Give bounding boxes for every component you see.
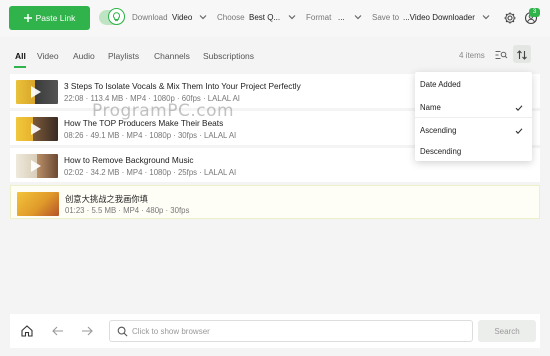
sort-menu: Date Added Name Ascending Descending (415, 72, 532, 161)
list-item[interactable]: 创意大挑战之我画你填 01:23 · 5.5 MB · MP4 · 480p ·… (10, 185, 540, 219)
play-icon (31, 160, 41, 172)
menu-item-ascending[interactable]: Ascending (420, 126, 456, 135)
active-tab-indicator (14, 66, 26, 68)
paste-link-button[interactable]: Paste Link (9, 6, 90, 30)
download-label: Download (132, 13, 168, 22)
search-button[interactable]: Search (478, 320, 536, 342)
menu-item-date-added[interactable]: Date Added (420, 80, 461, 89)
gear-icon[interactable] (503, 11, 517, 25)
play-icon (31, 86, 41, 98)
tab-audio[interactable]: Audio (73, 51, 95, 61)
item-meta: 01:23 · 5.5 MB · MP4 · 480p · 30fps (65, 206, 190, 215)
choose-label: Choose (217, 13, 245, 22)
notification-badge: 3 (529, 8, 540, 17)
lightbulb-icon[interactable] (108, 8, 125, 25)
item-title: 3 Steps To Isolate Vocals & Mix Them Int… (64, 81, 301, 91)
tab-playlists[interactable]: Playlists (108, 51, 139, 61)
download-type-value[interactable]: Video (172, 13, 192, 22)
video-thumbnail (16, 117, 58, 141)
watermark: ProgramPC.com (92, 101, 235, 121)
tab-channels[interactable]: Channels (154, 51, 190, 61)
item-title: How to Remove Background Music (64, 155, 194, 165)
check-icon (515, 128, 523, 135)
plus-icon (23, 14, 32, 22)
browser-bar: Search (10, 314, 540, 348)
chevron-down-icon[interactable] (482, 14, 490, 20)
quality-value[interactable]: Best Q... (249, 13, 280, 22)
browser-search-field[interactable] (109, 320, 473, 342)
item-meta: 02:02 · 34.2 MB · MP4 · 1080p · 25fps · … (64, 168, 237, 177)
format-label: Format (306, 13, 332, 22)
menu-item-descending[interactable]: Descending (420, 147, 461, 156)
tab-video[interactable]: Video (37, 51, 59, 61)
chevron-down-icon[interactable] (354, 14, 362, 20)
chevron-down-icon[interactable] (199, 14, 207, 20)
paste-link-label: Paste Link (35, 13, 76, 23)
save-folder-value[interactable]: ...Video Downloader (403, 13, 475, 22)
check-icon (515, 105, 523, 112)
play-icon (31, 123, 41, 135)
back-arrow-icon[interactable] (51, 324, 65, 338)
item-title: 创意大挑战之我画你填 (65, 194, 148, 204)
format-value[interactable]: ... (338, 13, 345, 22)
save-to-label: Save to (372, 13, 400, 22)
search-icon (117, 326, 128, 337)
menu-divider (415, 117, 532, 118)
toolbar: Paste Link Download Video Choose Best Q.… (0, 0, 550, 37)
tab-all[interactable]: All (15, 51, 26, 61)
menu-item-name[interactable]: Name (420, 103, 441, 112)
forward-arrow-icon[interactable] (80, 324, 94, 338)
search-list-icon[interactable] (494, 48, 508, 62)
item-meta: 08:26 · 49.1 MB · MP4 · 1080p · 30fps · … (64, 131, 237, 140)
video-thumbnail (16, 80, 58, 104)
video-thumbnail (16, 154, 58, 178)
sort-icon[interactable] (515, 48, 529, 62)
items-count: 4 items (459, 51, 485, 60)
home-icon[interactable] (20, 324, 34, 338)
search-input[interactable] (132, 324, 462, 338)
video-thumbnail (17, 192, 59, 216)
chevron-down-icon[interactable] (288, 14, 296, 20)
tab-subscriptions[interactable]: Subscriptions (203, 51, 254, 61)
